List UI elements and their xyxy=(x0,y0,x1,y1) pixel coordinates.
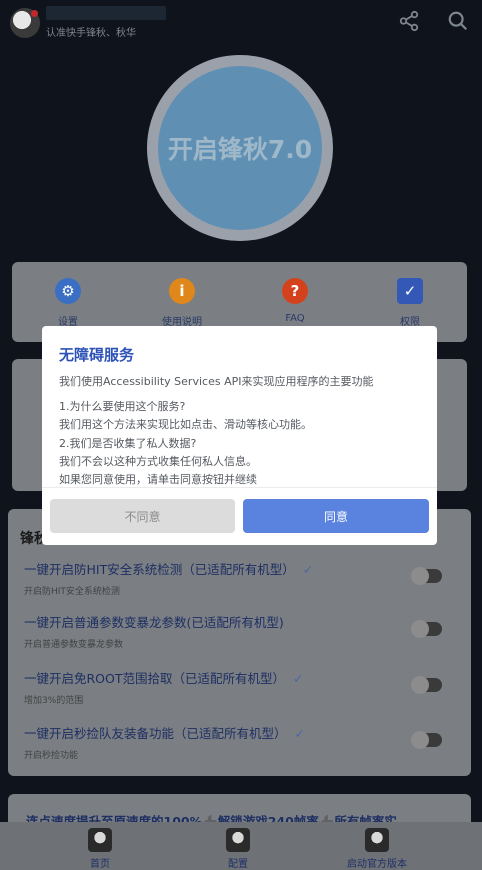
start-button[interactable]: 开启锋秋7.0 xyxy=(147,55,333,241)
tab-label: 首页 xyxy=(90,859,110,870)
tab-home[interactable]: 首页 xyxy=(50,828,150,870)
dialog-line: 1.为什么要使用这个服务? xyxy=(59,400,186,414)
row-subtitle: 开启普通参数变暴龙参数 xyxy=(24,640,124,650)
settings-card: 锋秋 一键开启防HIT安全系统检测（已适配所有机型） ✓ 开启防HIT安全系统检测… xyxy=(8,509,471,776)
row-title: 一键开启防HIT安全系统检测（已适配所有机型） xyxy=(24,562,295,577)
question-icon: ? xyxy=(282,278,308,304)
row-subtitle: 开启防HIT安全系统检测 xyxy=(24,587,120,597)
info-icon: i xyxy=(169,278,195,304)
toggle-switch[interactable] xyxy=(411,731,442,749)
tab-launch-official[interactable]: 启动官方版本 xyxy=(327,828,427,870)
badge-dot xyxy=(31,10,38,17)
agree-button[interactable]: 同意 xyxy=(243,499,429,533)
launch-tab-icon xyxy=(365,828,389,852)
toggle-switch[interactable] xyxy=(411,620,442,638)
row-title: 一键开启免ROOT范围拾取（已适配所有机型） xyxy=(24,671,285,686)
row-title: 一键开启普通参数变暴龙参数(已适配所有机型) xyxy=(24,615,284,630)
menu-item-settings[interactable]: ⚙ 设置 xyxy=(28,278,108,328)
divider xyxy=(42,487,437,488)
menu-item-instructions[interactable]: i 使用说明 xyxy=(142,278,222,328)
check-icon: ✓ xyxy=(293,671,304,686)
tab-label: 配置 xyxy=(228,859,248,870)
settings-row: 一键开启秒捡队友装备功能（已适配所有机型） ✓ 开启秒捡功能 xyxy=(24,723,464,761)
config-tab-icon xyxy=(226,828,250,852)
start-button-label: 开启锋秋7.0 xyxy=(158,66,322,230)
toggle-switch[interactable] xyxy=(411,676,442,694)
settings-row: 一键开启免ROOT范围拾取（已适配所有机型） ✓ 增加3%的范围 xyxy=(24,668,464,706)
tab-config[interactable]: 配置 xyxy=(188,828,288,870)
search-icon[interactable] xyxy=(447,10,469,32)
menu-item-permissions[interactable]: ✓ 权限 xyxy=(370,278,450,328)
dialog-line: 2.我们是否收集了私人数据? xyxy=(59,436,197,450)
dialog-line: 我们不会以这种方式收集任何私人信息。 xyxy=(59,454,257,468)
dialog-body: 我们使用Accessibility Services API来实现应用程序的主要… xyxy=(59,373,429,489)
menu-item-faq[interactable]: ? FAQ xyxy=(255,278,335,324)
top-bar: 认准快手锋秋、秋华 xyxy=(0,0,482,44)
gear-icon: ⚙ xyxy=(55,278,81,304)
dialog-intro: 我们使用Accessibility Services API来实现应用程序的主要… xyxy=(59,375,374,388)
shield-icon: ✓ xyxy=(397,278,423,304)
dialog-title: 无障碍服务 xyxy=(59,346,135,364)
app-subtitle: 认准快手锋秋、秋华 xyxy=(46,28,136,39)
avatar[interactable] xyxy=(10,8,40,38)
row-subtitle: 开启秒捡功能 xyxy=(24,751,79,761)
share-icon[interactable] xyxy=(398,10,420,32)
toggle-switch[interactable] xyxy=(411,567,442,585)
settings-row: 一键开启防HIT安全系统检测（已适配所有机型） ✓ 开启防HIT安全系统检测 xyxy=(24,559,464,597)
menu-item-label: FAQ xyxy=(285,313,305,324)
home-tab-icon xyxy=(88,828,112,852)
disagree-button[interactable]: 不同意 xyxy=(50,499,235,533)
app-title-redacted xyxy=(46,6,166,20)
check-icon: ✓ xyxy=(294,726,305,741)
tab-label: 启动官方版本 xyxy=(347,859,407,870)
check-icon: ✓ xyxy=(302,562,314,577)
dialog-line: 我们用这个方法来实现比如点击、滑动等核心功能。 xyxy=(59,418,312,432)
accessibility-dialog: 无障碍服务 我们使用Accessibility Services API来实现应… xyxy=(42,326,437,545)
row-title: 一键开启秒捡队友装备功能（已适配所有机型） xyxy=(24,726,287,741)
bottom-nav: 首页 配置 启动官方版本 xyxy=(0,822,482,870)
row-subtitle: 增加3%的范围 xyxy=(24,696,84,706)
settings-row: 一键开启普通参数变暴龙参数(已适配所有机型) 开启普通参数变暴龙参数 xyxy=(24,612,464,650)
